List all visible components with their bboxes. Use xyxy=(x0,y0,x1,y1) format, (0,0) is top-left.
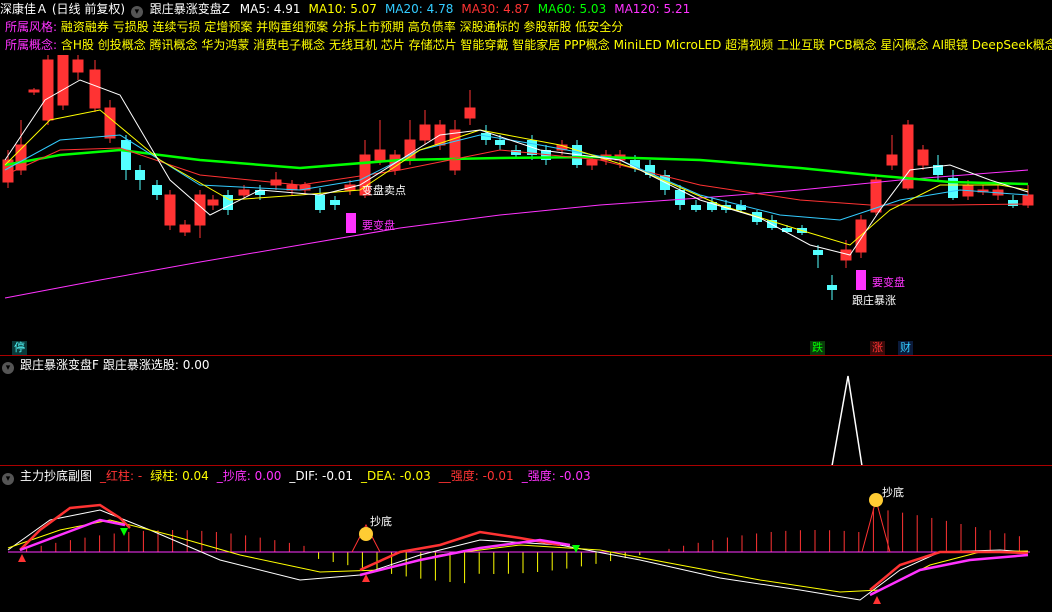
bottom-label-2: 抄底 xyxy=(882,486,904,499)
candle-body-55 xyxy=(827,285,837,290)
change-marker-2 xyxy=(856,270,866,290)
candle-body-21 xyxy=(315,195,325,210)
surge-signal-line xyxy=(831,375,863,465)
period-label[interactable]: (日线 前复权) xyxy=(52,2,125,16)
candle-body-25 xyxy=(374,149,386,161)
panel3-title[interactable]: 主力抄底副图 xyxy=(20,469,92,483)
stock-name[interactable]: 深康佳Ａ xyxy=(0,2,48,16)
style-text: 融资融券 亏损股 连续亏损 定增预案 并购重组预案 分拆上市预期 高负债率 深股… xyxy=(60,20,624,34)
candle-body-68 xyxy=(1022,194,1034,206)
concept-text: 含H股 创投概念 腾讯概念 华为鸿蒙 消费电子概念 无线耳机 芯片 存储芯片 智… xyxy=(60,38,1052,52)
panel3-value-4: _DEA: -0.03 xyxy=(361,469,431,483)
candle-body-14 xyxy=(207,199,219,206)
candle-body-11 xyxy=(164,194,176,226)
candle-body-2 xyxy=(28,89,40,93)
tag-rise[interactable]: 涨 xyxy=(870,341,885,355)
candle-body-28 xyxy=(419,124,431,141)
panel3-header: ▾ 主力抄底副图 _红柱: - 绿柱: 0.04 _抄底: 0.00 _DIF: -0.0… xyxy=(0,467,605,485)
bottom-label-1: 抄底 xyxy=(370,515,392,528)
down-arrow-icon-3 xyxy=(120,528,128,536)
tag-fall[interactable]: 跌 xyxy=(810,341,825,355)
ma-label-5: MA120: 5.21 xyxy=(614,2,691,16)
candle-body-46 xyxy=(691,205,701,210)
candle-body-8 xyxy=(121,140,131,170)
candle-body-31 xyxy=(464,107,476,119)
tag-stop[interactable]: 停 xyxy=(12,341,27,355)
surge-selection-panel[interactable] xyxy=(0,357,1052,465)
bottom-fishing-panel[interactable] xyxy=(0,486,1052,612)
main-chart-header: 深康佳Ａ (日线 前复权) ▾ 跟庄暴涨变盘Z MA5: 4.91 MA10: 5… xyxy=(0,0,698,18)
candle-body-52 xyxy=(782,228,792,232)
separator-2 xyxy=(0,465,1052,466)
candle-body-22 xyxy=(330,200,340,205)
ma-label-3: MA30: 4.87 xyxy=(461,2,530,16)
up-arrow-icon-2 xyxy=(873,596,881,604)
candle-body-54 xyxy=(813,250,823,255)
candlestick-chart[interactable] xyxy=(0,55,1052,355)
candle-body-5 xyxy=(72,59,84,73)
candle-body-16 xyxy=(238,189,250,196)
panel3-value-3: _DIF: -0.01 xyxy=(289,469,354,483)
candle-body-10 xyxy=(152,185,162,195)
candle-body-67 xyxy=(1008,200,1018,206)
sell-point-label: 变盘卖点 xyxy=(362,184,406,197)
candle-body-13 xyxy=(194,194,206,226)
dea-line xyxy=(7,519,1029,593)
panel3-values: _红柱: - 绿柱: 0.04 _抄底: 0.00 _DIF: -0.01 _DEA: … xyxy=(100,469,599,483)
ma-label-4: MA60: 5.03 xyxy=(537,2,607,16)
candle-body-6 xyxy=(89,69,101,109)
candle-body-7 xyxy=(104,107,116,139)
change-label-1: 要变盘 xyxy=(362,219,395,232)
candle-body-4 xyxy=(57,55,69,106)
panel3-dropdown-icon[interactable]: ▾ xyxy=(2,473,14,485)
candle-body-9 xyxy=(135,170,145,180)
candle-body-12 xyxy=(179,224,191,233)
up-arrow-icon-0 xyxy=(18,554,26,562)
panel3-value-0: _红柱: - xyxy=(100,469,143,483)
change-marker-1 xyxy=(346,213,356,233)
candle-body-33 xyxy=(495,140,505,145)
style-row: 所属风格: 融资融券 亏损股 连续亏损 定增预案 并购重组预案 分拆上市预期 高… xyxy=(5,18,623,36)
candle-body-61 xyxy=(917,149,929,166)
ma10-line xyxy=(4,109,1029,246)
surge-label: 跟庄暴涨 xyxy=(852,294,896,307)
ma-label-0: MA5: 4.91 xyxy=(239,2,301,16)
ma-values: MA5: 4.91 MA10: 5.07 MA20: 4.78 MA30: 4.87 M… xyxy=(240,2,699,16)
candle-body-30 xyxy=(449,129,461,171)
concept-label: 所属概念: xyxy=(5,38,58,52)
change-label-2: 要变盘 xyxy=(872,276,905,289)
candle-body-3 xyxy=(42,59,54,121)
panel3-value-2: _抄底: 0.00 xyxy=(216,469,282,483)
indicator-name[interactable]: 跟庄暴涨变盘Z xyxy=(150,2,230,16)
panel3-value-1: 绿柱: 0.04 xyxy=(150,469,209,483)
ma5-line xyxy=(4,79,1029,256)
style-label: 所属风格: xyxy=(5,20,58,34)
dropdown-icon[interactable]: ▾ xyxy=(130,6,143,18)
ma-label-2: MA20: 4.78 xyxy=(384,2,454,16)
concept-row: 所属概念: 含H股 创投概念 腾讯概念 华为鸿蒙 消费电子概念 无线耳机 芯片 … xyxy=(5,36,1052,54)
sad-face-icon-1 xyxy=(359,527,373,541)
candle-body-39 xyxy=(586,159,598,166)
bottom-peak-2 xyxy=(861,498,891,553)
panel3-value-5: __强度: -0.01 xyxy=(438,469,514,483)
candle-body-59 xyxy=(886,154,898,166)
panel3-value-6: _强度: -0.03 xyxy=(521,469,591,483)
tag-fin[interactable]: 财 xyxy=(898,341,913,355)
ma-label-1: MA10: 5.07 xyxy=(308,2,377,16)
